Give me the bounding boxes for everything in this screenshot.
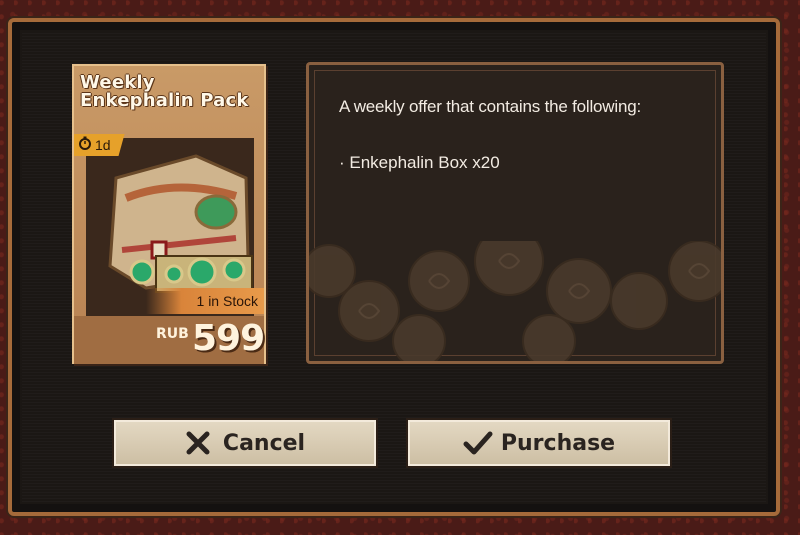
description-intro: A weekly offer that contains the followi… <box>339 97 641 116</box>
purchase-button[interactable]: Purchase <box>408 420 670 466</box>
price-value: 599 <box>192 318 265 359</box>
timer-label: 1d <box>95 137 111 153</box>
purchase-label: Purchase <box>500 430 616 456</box>
cancel-label: Cancel <box>222 430 306 456</box>
product-title: Weekly Enkephalin Pack <box>80 72 249 111</box>
product-card: Weekly Enkephalin Pack 1d 1 in Stock RUB… <box>72 64 266 364</box>
currency-label: RUB <box>156 326 189 342</box>
rose-decoration <box>309 241 721 361</box>
stock-label: 1 in Stock <box>146 288 264 314</box>
price-row: RUB 599 <box>74 316 265 364</box>
timer-badge: 1d <box>74 134 125 156</box>
checkmark-icon <box>463 430 493 456</box>
stopwatch-icon <box>78 134 92 156</box>
cancel-button[interactable]: Cancel <box>114 420 376 466</box>
description-item: · Enkephalin Box x20 <box>339 153 500 172</box>
x-icon <box>185 430 211 456</box>
description-panel: A weekly offer that contains the followi… <box>306 62 724 364</box>
